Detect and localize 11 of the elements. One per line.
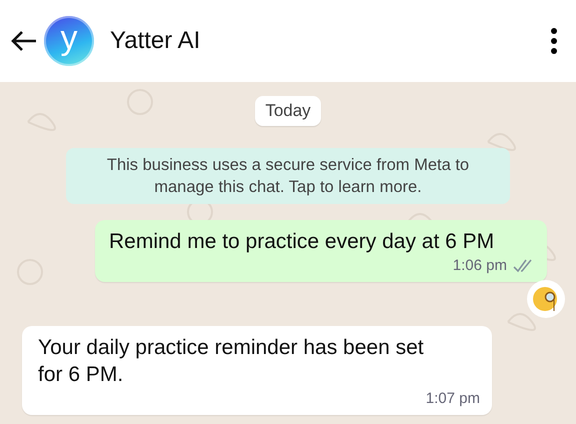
reaction-badge[interactable] [527,280,565,318]
menu-icon[interactable] [550,28,558,54]
date-divider: Today [255,96,321,126]
encryption-notice[interactable]: This business uses a secure service from Meta to manage this chat. Tap to learn more. [66,148,510,204]
message-time: 1:07 pm [426,390,480,407]
chat-title[interactable]: Yatter AI [110,27,544,55]
back-arrow-icon[interactable] [10,29,38,53]
message-text: Remind me to practice every day at 6 PM [109,229,496,255]
monocle-emoji-icon [532,285,560,313]
message-text: Your daily practice reminder has been set for 6 PM. [38,335,425,388]
message-time: 1:06 pm [452,257,507,274]
